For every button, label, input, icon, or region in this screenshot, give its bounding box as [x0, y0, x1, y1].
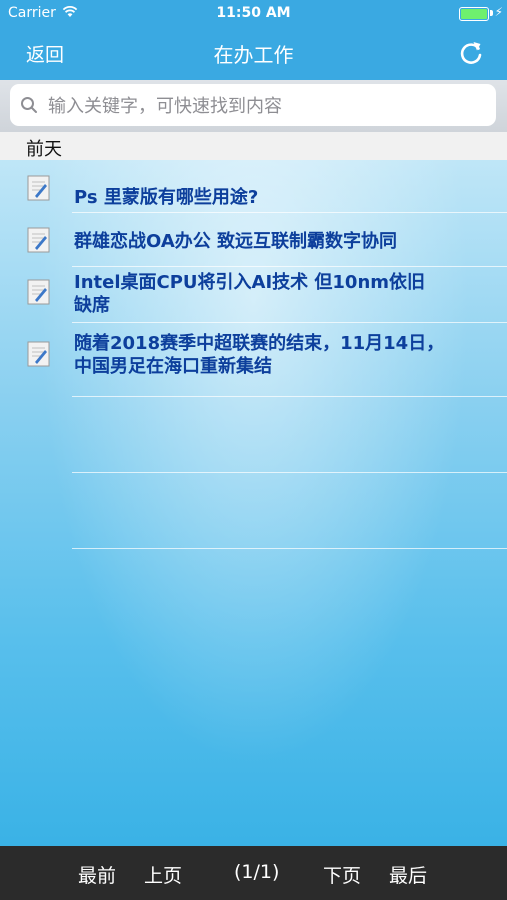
section-label: 前天: [26, 139, 62, 160]
document-icon: [27, 175, 50, 201]
list-item[interactable]: Intel桌面CPU将引入AI技术 但10nm依旧缺席: [0, 268, 507, 324]
list-item[interactable]: 随着2018赛季中超联赛的结束，11月14日，中国男足在海口重新集结: [0, 326, 507, 396]
document-icon: [27, 279, 50, 305]
empty-row-divider: [72, 548, 507, 549]
item-title: 群雄恋战OA办公 致远互联制霸数字协同: [74, 231, 398, 252]
refresh-icon[interactable]: [457, 39, 485, 67]
search-bar: [0, 80, 507, 132]
item-divider: [72, 322, 507, 323]
document-icon: [27, 227, 50, 253]
charging-icon: ⚡: [494, 5, 503, 19]
first-page-button[interactable]: 最前: [78, 861, 116, 888]
status-bar: Carrier 11:50 AM ⚡: [0, 0, 507, 26]
search-box[interactable]: [10, 84, 496, 128]
page-indicator: (1/1): [234, 861, 280, 883]
next-page-button[interactable]: 下页: [323, 861, 361, 888]
prev-page-button[interactable]: 上页: [144, 861, 182, 888]
page-title: 在办工作: [213, 43, 294, 67]
item-title: Intel桌面CPU将引入AI技术 但10nm依旧缺席: [74, 272, 426, 316]
document-icon: [27, 341, 50, 367]
nav-header: Carrier 11:50 AM ⚡ 返回 在办工作: [0, 0, 507, 80]
item-divider: [72, 396, 507, 397]
list-item[interactable]: 群雄恋战OA办公 致远互联制霸数字协同: [0, 218, 507, 268]
item-title: 随着2018赛季中超联赛的结束，11月14日，中国男足在海口重新集结: [74, 333, 445, 377]
pagination-bar: 最前 上页 (1/1) 下页 最后: [0, 846, 507, 900]
status-time: 11:50 AM: [216, 5, 291, 21]
work-list: Ps 里蒙版有哪些用途? 群雄恋战OA办公 致远互联制霸数字协同 Intel桌面…: [0, 160, 507, 846]
empty-row-divider: [72, 472, 507, 473]
last-page-button[interactable]: 最后: [389, 861, 427, 888]
battery-icon: [459, 7, 489, 21]
item-divider: [72, 212, 507, 213]
item-divider: [72, 266, 507, 267]
section-header: 前天: [0, 132, 507, 160]
item-title: Ps 里蒙版有哪些用途?: [74, 187, 259, 208]
search-icon: [21, 97, 37, 113]
battery-cap: [490, 10, 493, 16]
search-input[interactable]: [46, 84, 490, 128]
